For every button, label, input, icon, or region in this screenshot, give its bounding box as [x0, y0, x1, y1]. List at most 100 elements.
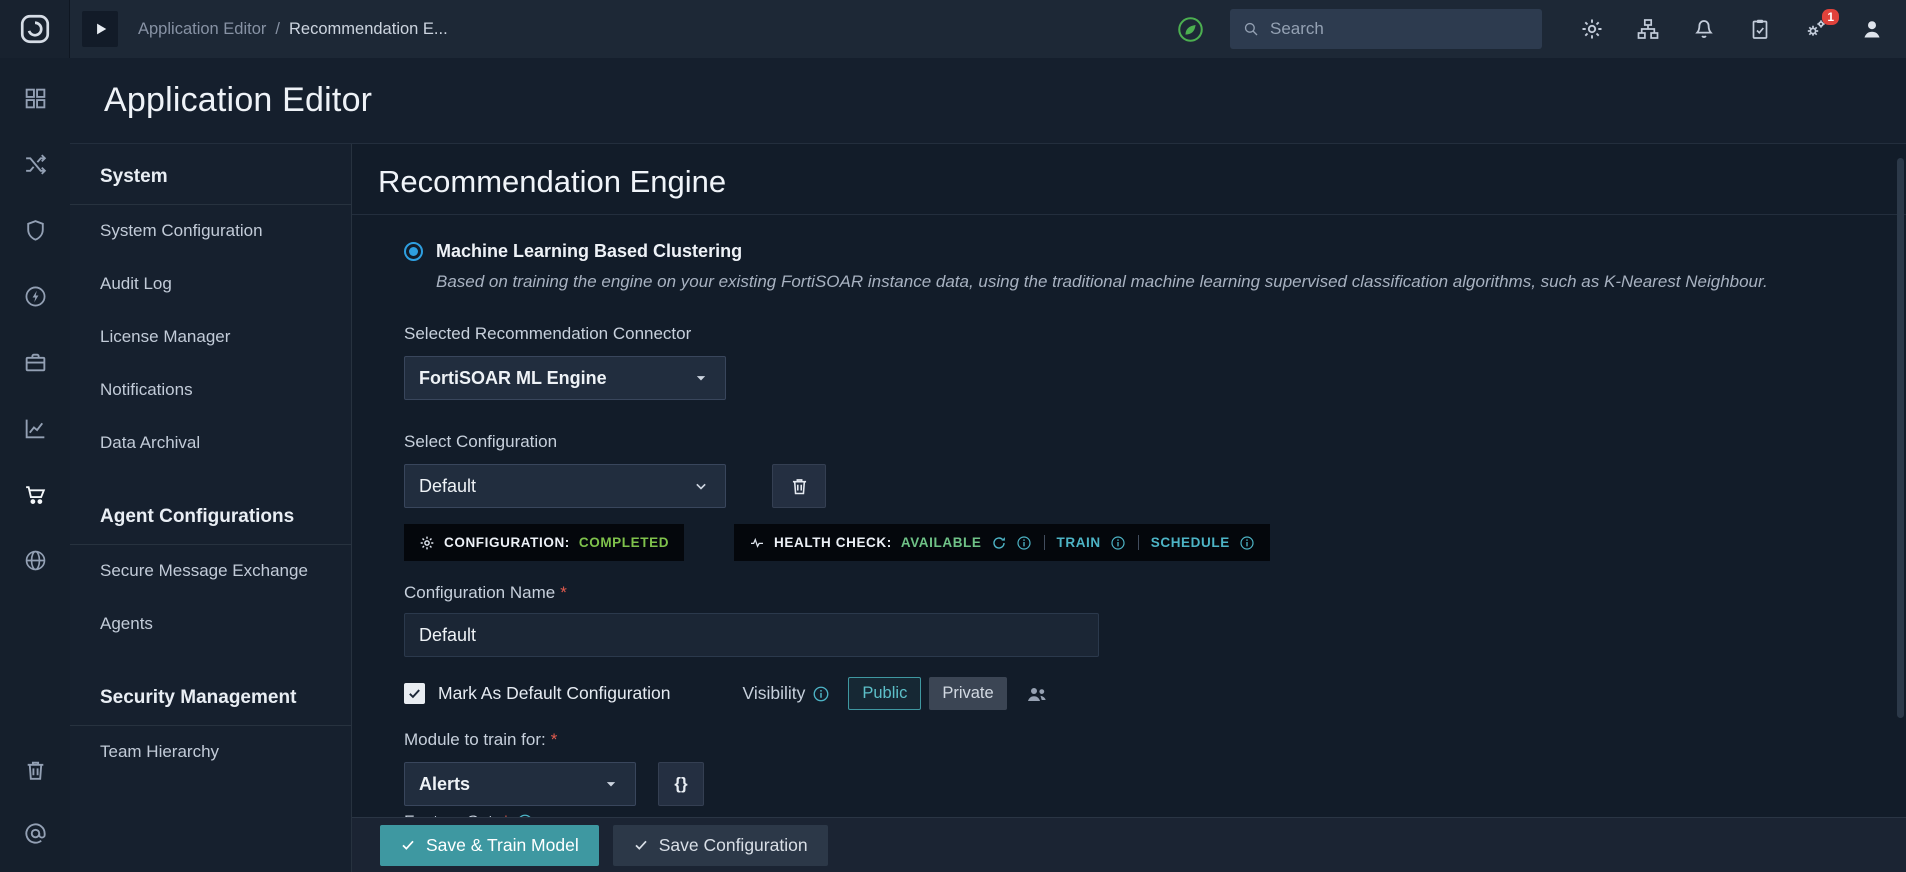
sidebar-item-agents[interactable]: Agents [70, 598, 351, 651]
caret-down-icon [601, 774, 621, 794]
breadcrumb-current-page: Recommendation E... [289, 19, 448, 38]
configuration-select[interactable]: Default [404, 464, 726, 508]
briefcase-icon[interactable] [23, 350, 48, 375]
automation-bolt-icon[interactable] [23, 284, 48, 309]
json-toggle-button[interactable]: {} [658, 762, 704, 806]
breadcrumb: Application Editor / Recommendation E... [138, 20, 448, 39]
topbar-icons: 1 [1580, 9, 1884, 41]
sidebar-item-audit-log[interactable]: Audit Log [70, 258, 351, 311]
left-icon-rail [0, 58, 70, 872]
default-configuration-checkbox[interactable] [404, 683, 425, 704]
visibility-label: Visibility [742, 683, 806, 703]
configuration-status-label: CONFIGURATION: [444, 535, 570, 550]
sidebar-section-title-system: System [70, 144, 351, 205]
configuration-select-value: Default [419, 475, 477, 496]
pulse-icon [749, 535, 765, 551]
configuration-name-input[interactable] [404, 613, 1099, 657]
sidebar-item-team-hierarchy[interactable]: Team Hierarchy [70, 726, 351, 779]
breadcrumb-app-link[interactable]: Application Editor [138, 20, 266, 39]
sitemap-icon[interactable] [1636, 17, 1660, 41]
services-gears-icon[interactable]: 1 [1804, 9, 1839, 41]
fortisoar-logo-icon[interactable] [0, 0, 70, 58]
search-box[interactable] [1230, 9, 1542, 49]
cart-icon[interactable] [23, 482, 48, 507]
ml-clustering-description: Based on training the engine on your exi… [436, 272, 1768, 291]
reports-chart-icon[interactable] [23, 416, 48, 441]
tasks-clipboard-icon[interactable] [1748, 17, 1772, 41]
module-dropdown[interactable]: Alerts [404, 762, 636, 806]
user-avatar-icon[interactable] [1860, 17, 1884, 41]
sidebar-item-notifications[interactable]: Notifications [70, 364, 351, 417]
health-info-icon[interactable] [1016, 535, 1032, 551]
save-and-train-button[interactable]: Save & Train Model [380, 824, 599, 866]
required-asterisk: * [550, 730, 558, 749]
connector-dropdown[interactable]: FortiSOAR ML Engine [404, 356, 726, 400]
save-and-train-label: Save & Train Model [426, 834, 579, 855]
recycle-bin-trash-icon[interactable] [23, 758, 48, 783]
schedule-link[interactable]: SCHEDULE [1151, 535, 1230, 550]
content-scrollbar[interactable] [1897, 158, 1904, 718]
sidebar-item-license-manager[interactable]: License Manager [70, 311, 351, 364]
ml-clustering-radio[interactable] [404, 242, 423, 261]
module-label: Module to train for: [404, 730, 546, 749]
chip-separator [1043, 535, 1045, 550]
configuration-name-label: Configuration Name [404, 583, 556, 602]
visibility-info-icon[interactable] [812, 685, 830, 703]
visibility-group: Visibility Public Private [742, 677, 1048, 710]
delete-configuration-button[interactable] [772, 464, 826, 508]
configuration-label: Select Configuration [404, 432, 558, 451]
content-title: Recommendation Engine [352, 144, 1906, 215]
globe-icon[interactable] [23, 548, 48, 573]
rail-bottom-group [23, 758, 48, 846]
save-configuration-button[interactable]: Save Configuration [612, 824, 828, 866]
check-icon [400, 837, 416, 853]
chip-separator [1137, 535, 1139, 550]
schedule-info-icon[interactable] [1239, 535, 1255, 551]
settings-gear-icon[interactable] [1580, 17, 1604, 41]
expand-nav-play-button[interactable] [82, 11, 118, 47]
connector-dropdown-value: FortiSOAR ML Engine [419, 367, 607, 388]
shuffle-connectors-icon[interactable] [23, 152, 48, 177]
teams-people-icon[interactable] [1025, 682, 1049, 706]
footer-action-bar: Save & Train Model Save Configuration [352, 817, 1906, 872]
connector-label: Selected Recommendation Connector [404, 324, 692, 343]
topbar-right: 1 [1177, 9, 1906, 49]
play-icon [97, 23, 107, 35]
chevron-down-icon [691, 476, 711, 496]
module-dropdown-value: Alerts [419, 773, 471, 794]
sidebar-section-security-management: Security Management Team Hierarchy [70, 665, 351, 779]
page-title: Application Editor [104, 81, 373, 119]
ml-clustering-label: Machine Learning Based Clustering [436, 241, 743, 261]
topbar: Application Editor / Recommendation E... [0, 0, 1906, 58]
sidebar-section-title-security-management: Security Management [70, 665, 351, 726]
search-input[interactable] [1270, 19, 1530, 39]
page-header: Application Editor [70, 58, 1906, 144]
train-link[interactable]: TRAIN [1057, 535, 1101, 550]
refresh-icon[interactable] [991, 535, 1007, 551]
health-check-label: HEALTH CHECK: [774, 535, 892, 550]
train-info-icon[interactable] [1110, 535, 1126, 551]
content-panel: Recommendation Engine Machine Learning B… [352, 144, 1906, 872]
sidebar-section-agent-configurations: Agent Configurations Secure Message Exch… [70, 484, 351, 651]
breadcrumb-separator: / [275, 19, 281, 38]
settings-sidebar: System System Configuration Audit Log Li… [70, 144, 352, 872]
save-configuration-label: Save Configuration [658, 834, 808, 855]
required-asterisk: * [560, 583, 567, 602]
dashboard-grid-icon[interactable] [23, 86, 48, 111]
support-at-icon[interactable] [23, 821, 48, 846]
visibility-public-button[interactable]: Public [848, 677, 922, 710]
notification-badge: 1 [1822, 9, 1839, 25]
visibility-private-button[interactable]: Private [929, 677, 1007, 710]
system-health-leaf-icon[interactable] [1177, 16, 1204, 43]
sidebar-item-system-configuration[interactable]: System Configuration [70, 205, 351, 258]
configuration-status-value: COMPLETED [578, 535, 670, 550]
check-icon [633, 837, 649, 853]
sidebar-item-secure-message-exchange[interactable]: Secure Message Exchange [70, 545, 351, 598]
health-check-chip: HEALTH CHECK: AVAILABLE TRAIN SCHEDULE [734, 524, 1270, 561]
configuration-status-chip: CONFIGURATION: COMPLETED [404, 524, 685, 561]
shield-icon[interactable] [23, 218, 48, 243]
sidebar-item-data-archival[interactable]: Data Archival [70, 417, 351, 470]
check-icon [409, 689, 420, 699]
sidebar-section-system: System System Configuration Audit Log Li… [70, 144, 351, 470]
bell-icon[interactable] [1692, 17, 1716, 41]
